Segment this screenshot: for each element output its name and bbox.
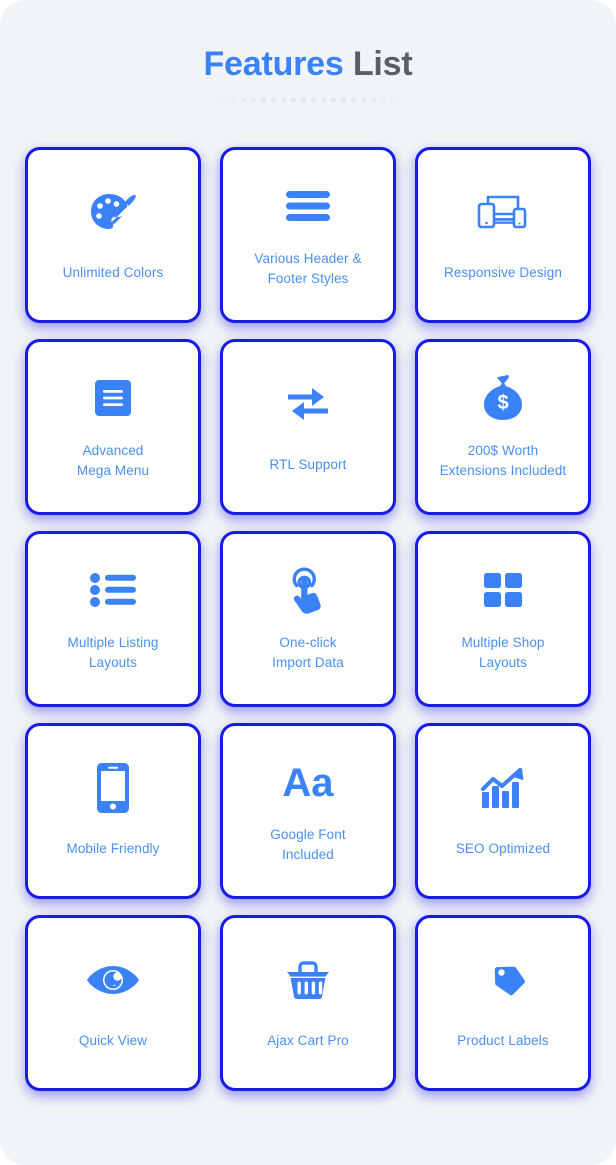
feature-label: Product Labels	[457, 1033, 549, 1049]
bullet-list-icon	[90, 561, 136, 619]
feature-card-rtl-support[interactable]: RTL Support	[220, 339, 396, 516]
feature-card-responsive-design[interactable]: Responsive Design	[415, 147, 591, 324]
feature-label: Ajax Cart Pro	[267, 1033, 349, 1049]
feature-card-advanced-mega-menu[interactable]: Advanced Mega Menu	[25, 339, 201, 516]
shopping-basket-icon	[285, 951, 331, 1009]
feature-label: Multiple Listing Layouts	[67, 635, 159, 671]
eye-icon	[87, 951, 139, 1009]
palette-icon	[87, 183, 139, 241]
feature-card-one-click-import[interactable]: One-click Import Data	[220, 531, 396, 708]
feature-label: SEO Optimized	[455, 841, 551, 857]
money-bag-icon: $	[481, 369, 525, 427]
exchange-arrows-icon	[286, 375, 330, 433]
feature-label: Google Font Included	[270, 827, 346, 863]
page-title-accent: Features	[203, 45, 344, 83]
feature-label: One-click Import Data	[272, 635, 344, 671]
feature-card-unlimited-colors[interactable]: Unlimited Colors	[25, 147, 201, 324]
tap-hand-icon	[285, 561, 331, 619]
feature-card-mobile-friendly[interactable]: Mobile Friendly	[25, 723, 201, 900]
grid-squares-icon	[484, 561, 522, 619]
feature-label: Multiple Shop Layouts	[461, 635, 545, 671]
feature-label: 200$ Worth Extensions Includedt	[439, 443, 567, 479]
page-title: Features List	[0, 45, 616, 83]
feature-card-extensions-included[interactable]: $ 200$ Worth Extensions Includedt	[415, 339, 591, 516]
mobile-phone-icon	[97, 759, 129, 817]
feature-label: RTL Support	[269, 457, 347, 473]
feature-card-product-labels[interactable]: Product Labels	[415, 915, 591, 1092]
features-page: Features List Unlimited Colors Various H…	[0, 0, 616, 1165]
page-header: Features List	[0, 0, 616, 103]
responsive-devices-icon	[476, 183, 530, 241]
feature-card-quick-view[interactable]: Quick View	[25, 915, 201, 1092]
feature-card-seo-optimized[interactable]: SEO Optimized	[415, 723, 591, 900]
typography-aa-icon: Aa	[277, 753, 339, 811]
mega-menu-icon	[95, 369, 131, 427]
page-title-plain: List	[352, 45, 413, 83]
feature-label: Unlimited Colors	[62, 265, 164, 281]
hamburger-menu-icon	[284, 177, 332, 235]
svg-text:$: $	[497, 392, 508, 414]
feature-label: Quick View	[78, 1033, 148, 1049]
feature-card-multiple-listing-layouts[interactable]: Multiple Listing Layouts	[25, 531, 201, 708]
feature-label: Mobile Friendly	[66, 841, 160, 857]
svg-text:Aa: Aa	[282, 761, 334, 804]
dotted-divider	[218, 97, 398, 103]
feature-card-header-footer-styles[interactable]: Various Header & Footer Styles	[220, 147, 396, 324]
feature-label: Advanced Mega Menu	[76, 443, 150, 479]
feature-label: Various Header & Footer Styles	[254, 251, 362, 287]
feature-card-ajax-cart-pro[interactable]: Ajax Cart Pro	[220, 915, 396, 1092]
feature-card-multiple-shop-layouts[interactable]: Multiple Shop Layouts	[415, 531, 591, 708]
price-tags-icon	[477, 951, 529, 1009]
growth-chart-icon	[480, 759, 526, 817]
feature-card-google-font-included[interactable]: Aa Google Font Included	[220, 723, 396, 900]
features-grid: Unlimited Colors Various Header & Footer…	[25, 147, 591, 1092]
feature-label: Responsive Design	[443, 265, 562, 281]
